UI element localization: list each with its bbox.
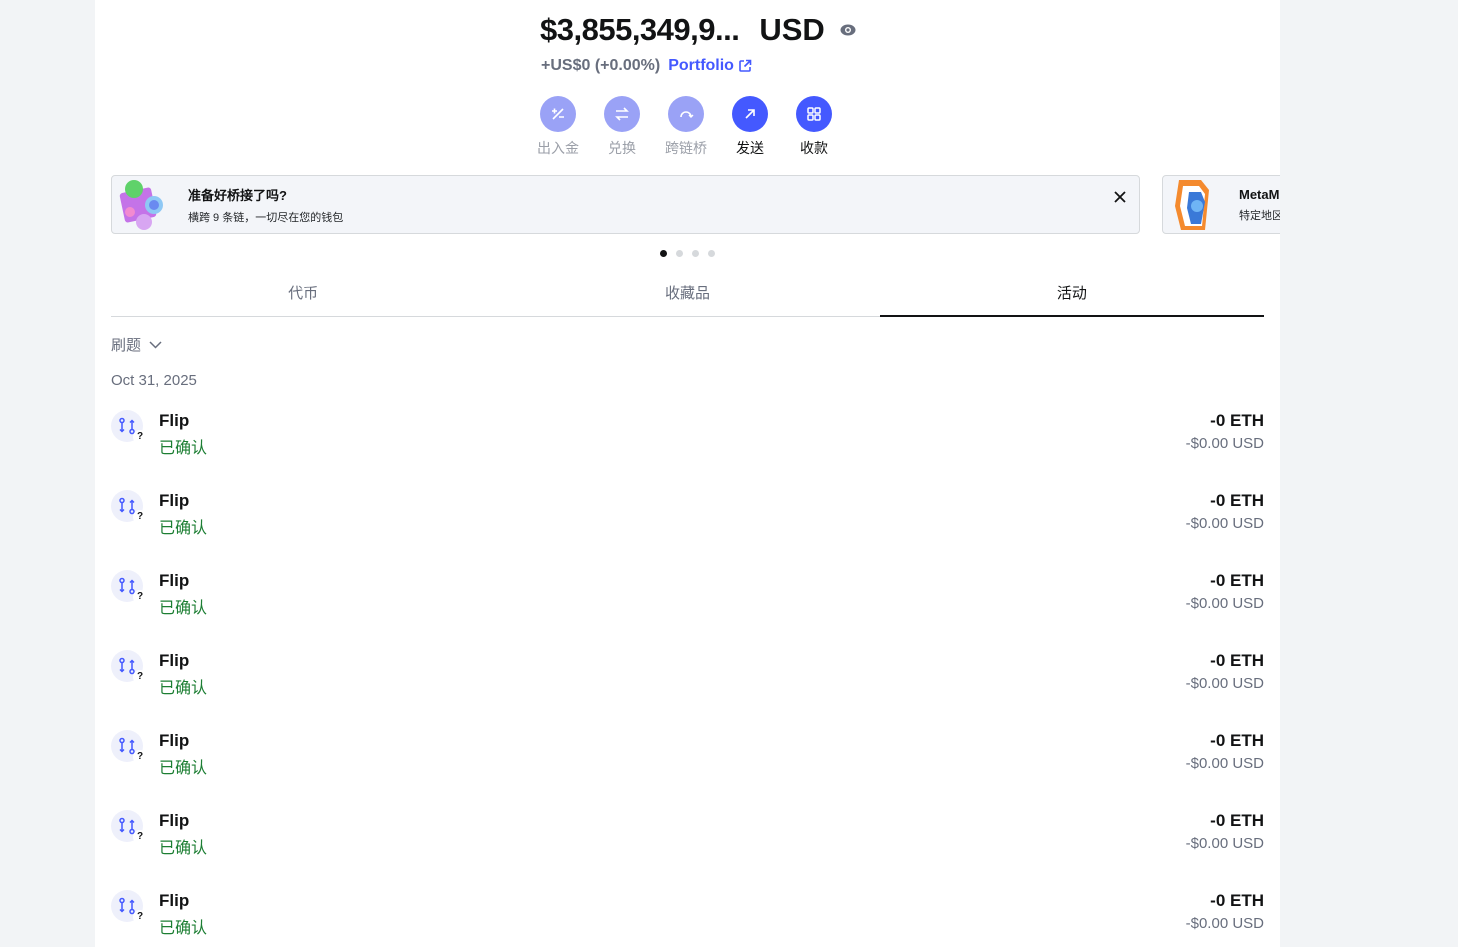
activity-name: Flip	[159, 731, 190, 750]
eye-icon[interactable]	[839, 21, 857, 39]
carousel-dot-4[interactable]	[708, 250, 715, 257]
plus-minus-icon	[540, 96, 576, 132]
activity-name: Flip	[159, 491, 190, 510]
swap-icon	[604, 96, 640, 132]
carousel-dot-1[interactable]	[660, 250, 667, 257]
bridge-icon	[668, 96, 704, 132]
activity-usd-amount: -$0.00 USD	[1185, 515, 1264, 532]
activity-list: ? Flip 已确认 -0 ETH -$0.00 USD ? Flip 已确认 …	[111, 400, 1264, 947]
activity-status: 已确认	[159, 840, 208, 857]
filter-label: 刷题	[111, 337, 142, 354]
metamask-promo-subtitle: 特定地区	[1239, 209, 1280, 222]
action-buttons: 出入金 兑换 跨链桥 发送 收款	[526, 96, 846, 158]
portfolio-link[interactable]: Portfolio	[668, 57, 752, 75]
activity-row[interactable]: ? Flip 已确认 -0 ETH -$0.00 USD	[111, 640, 1264, 720]
filter-dropdown[interactable]: 刷题	[111, 334, 162, 355]
question-mark-icon: ?	[133, 830, 147, 844]
activity-name: Flip	[159, 891, 190, 910]
carousel-dot-2[interactable]	[676, 250, 683, 257]
activity-amount: -0 ETH	[1210, 411, 1264, 430]
activity-amount: -0 ETH	[1210, 731, 1264, 750]
activity-date-header: Oct 31, 2025	[111, 372, 197, 389]
activity-amount: -0 ETH	[1210, 491, 1264, 510]
activity-usd-amount: -$0.00 USD	[1185, 835, 1264, 852]
bridge-label: 跨链桥	[665, 140, 707, 156]
activity-row[interactable]: ? Flip 已确认 -0 ETH -$0.00 USD	[111, 560, 1264, 640]
activity-name: Flip	[159, 411, 190, 430]
activity-amount: -0 ETH	[1210, 891, 1264, 910]
metamask-card-illustration	[1167, 176, 1225, 233]
activity-name: Flip	[159, 651, 190, 670]
tab-bar: 代币 收藏品 活动	[111, 276, 1265, 317]
activity-amount: -0 ETH	[1210, 651, 1264, 670]
send-label: 发送	[736, 140, 764, 156]
activity-status: 已确认	[159, 600, 208, 617]
wallet-panel: $3,855,349,9... USD +US$0 (+0.00%) Portf…	[95, 0, 1280, 947]
metamask-promo-title: MetaM	[1239, 186, 1280, 202]
activity-amount: -0 ETH	[1210, 811, 1264, 830]
tab-tokens[interactable]: 代币	[111, 276, 495, 316]
carousel-dot-3[interactable]	[692, 250, 699, 257]
question-mark-icon: ?	[133, 750, 147, 764]
activity-status: 已确认	[159, 520, 208, 537]
activity-name: Flip	[159, 811, 190, 830]
question-mark-icon: ?	[133, 510, 147, 524]
activity-status: 已确认	[159, 920, 208, 937]
carousel-dots	[660, 250, 724, 257]
bridge-promo-title: 准备好桥接了吗?	[188, 187, 287, 203]
activity-usd-amount: -$0.00 USD	[1185, 435, 1264, 452]
chevron-down-icon	[149, 340, 162, 349]
question-mark-icon: ?	[133, 430, 147, 444]
activity-row[interactable]: ? Flip 已确认 -0 ETH -$0.00 USD	[111, 720, 1264, 800]
send-arrow-icon	[732, 96, 768, 132]
bridge-promo-illustration	[116, 176, 174, 233]
bridge-promo-subtitle: 横跨 9 条链，一切尽在您的钱包	[188, 211, 344, 224]
activity-status: 已确认	[159, 760, 208, 777]
bridge-promo-text: 准备好桥接了吗? 横跨 9 条链，一切尽在您的钱包	[188, 185, 343, 225]
portfolio-label: Portfolio	[668, 57, 734, 74]
activity-row[interactable]: ? Flip 已确认 -0 ETH -$0.00 USD	[111, 400, 1264, 480]
receive-button[interactable]: 收款	[782, 96, 846, 158]
bridge-button[interactable]: 跨链桥	[654, 96, 718, 158]
balance-currency: USD	[759, 12, 825, 47]
tab-collectibles[interactable]: 收藏品	[495, 276, 879, 316]
question-mark-icon: ?	[133, 670, 147, 684]
balance-row: $3,855,349,9... USD	[540, 12, 857, 48]
metamask-promo-text: MetaM 特定地区	[1239, 187, 1280, 223]
activity-status: 已确认	[159, 680, 208, 697]
question-mark-icon: ?	[133, 590, 147, 604]
send-button[interactable]: 发送	[718, 96, 782, 158]
activity-usd-amount: -$0.00 USD	[1185, 675, 1264, 692]
question-mark-icon: ?	[133, 910, 147, 924]
total-balance: $3,855,349,9...	[540, 12, 740, 47]
balance-change: +US$0 (+0.00%)	[541, 57, 661, 74]
activity-name: Flip	[159, 571, 190, 590]
bridge-promo-banner[interactable]: 准备好桥接了吗? 横跨 9 条链，一切尽在您的钱包	[111, 175, 1140, 234]
swap-button[interactable]: 兑换	[590, 96, 654, 158]
activity-row[interactable]: ? Flip 已确认 -0 ETH -$0.00 USD	[111, 800, 1264, 880]
activity-amount: -0 ETH	[1210, 571, 1264, 590]
activity-usd-amount: -$0.00 USD	[1185, 915, 1264, 932]
activity-usd-amount: -$0.00 USD	[1185, 755, 1264, 772]
external-link-icon	[739, 59, 752, 72]
buy-sell-label: 出入金	[537, 140, 579, 156]
activity-row[interactable]: ? Flip 已确认 -0 ETH -$0.00 USD	[111, 880, 1264, 947]
receive-label: 收款	[800, 140, 828, 156]
metamask-promo-banner[interactable]: MetaM 特定地区	[1162, 175, 1280, 234]
qr-code-icon	[796, 96, 832, 132]
buy-sell-button[interactable]: 出入金	[526, 96, 590, 158]
activity-usd-amount: -$0.00 USD	[1185, 595, 1264, 612]
tab-activity[interactable]: 活动	[879, 276, 1265, 317]
activity-row[interactable]: ? Flip 已确认 -0 ETH -$0.00 USD	[111, 480, 1264, 560]
activity-status: 已确认	[159, 440, 208, 457]
close-icon[interactable]	[1111, 188, 1129, 206]
balance-change-row: +US$0 (+0.00%) Portfolio	[541, 57, 752, 75]
swap-label: 兑换	[608, 140, 636, 156]
